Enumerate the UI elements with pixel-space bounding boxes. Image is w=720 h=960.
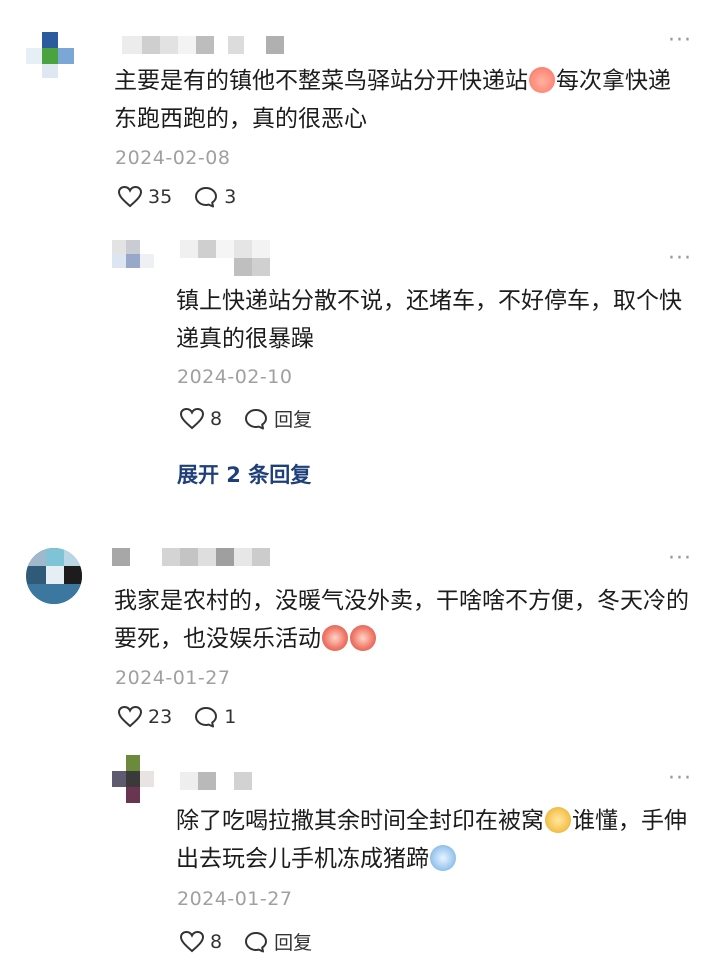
comment-bubble-icon — [195, 707, 218, 728]
reply-button[interactable]: 3 — [194, 186, 236, 208]
reply-count: 3 — [224, 186, 237, 208]
username-blurred[interactable] — [180, 240, 270, 276]
smug-face-emoji — [545, 807, 571, 833]
comment-bubble-icon — [245, 408, 268, 429]
avatar[interactable] — [112, 240, 154, 282]
like-count: 35 — [148, 186, 173, 208]
avatar[interactable] — [26, 548, 82, 604]
like-button[interactable]: 8 — [180, 407, 223, 430]
heart-icon — [180, 930, 204, 952]
like-count: 23 — [148, 706, 173, 728]
reply-date: 2024-02-10 — [177, 366, 293, 388]
reply-text: 除了吃喝拉撒其余时间全封印在被窝 谁懂，手伸出去玩会儿手机冻成猪蹄 — [176, 807, 687, 872]
frozen-face-emoji — [430, 845, 456, 871]
heart-icon — [118, 186, 142, 208]
comment-actions: 23 1 — [118, 706, 258, 728]
avatar[interactable] — [112, 755, 154, 805]
reply-label: 回复 — [274, 409, 313, 431]
like-button[interactable]: 8 — [180, 930, 223, 953]
reply-button[interactable]: 回复 — [244, 405, 312, 432]
comment-date: 2024-02-08 — [115, 147, 231, 169]
username-blurred[interactable] — [180, 772, 252, 790]
crying-face-emoji — [350, 625, 376, 651]
comment-date: 2024-01-27 — [115, 667, 231, 689]
like-count: 8 — [210, 930, 223, 953]
comment-text: 主要是有的镇他不整菜鸟驿站分开快递站 每次拿快递东跑西跑的，真的很恶心 — [114, 67, 671, 132]
like-button[interactable]: 35 — [118, 186, 172, 208]
avatar[interactable] — [26, 28, 82, 84]
reply-date: 2024-01-27 — [177, 888, 293, 910]
reply-button[interactable]: 回复 — [244, 928, 312, 955]
peach-face-emoji — [529, 67, 555, 93]
heart-icon — [180, 407, 204, 429]
reply-label: 回复 — [274, 932, 313, 954]
comment-bubble-icon — [195, 187, 218, 208]
like-button[interactable]: 23 — [118, 706, 172, 728]
comment-text: 我家是农村的，没暖气没外卖，干啥啥不方便，冬天冷的要死，也没娱乐活动 — [114, 588, 689, 652]
reply-text: 镇上快递站分散不说，还堵车，不好停车，取个快递真的很暴躁 — [176, 288, 682, 352]
heart-icon — [118, 706, 142, 728]
more-options-button[interactable]: ··· — [668, 30, 692, 52]
username-blurred[interactable] — [112, 548, 270, 566]
username-blurred[interactable] — [122, 36, 284, 54]
comment-bubble-icon — [245, 931, 268, 952]
reply-button[interactable]: 1 — [194, 706, 236, 728]
like-count: 8 — [210, 407, 223, 430]
more-options-button[interactable]: ··· — [668, 768, 692, 790]
more-options-button[interactable]: ··· — [668, 248, 692, 270]
crying-face-emoji — [322, 625, 348, 651]
reply-count: 1 — [224, 706, 237, 728]
reply-actions: 8 回复 — [180, 928, 334, 955]
more-options-button[interactable]: ··· — [668, 548, 692, 570]
comment-actions: 35 3 — [118, 186, 258, 208]
expand-replies-link[interactable]: 展开 2 条回复 — [177, 459, 311, 489]
reply-actions: 8 回复 — [180, 405, 334, 432]
